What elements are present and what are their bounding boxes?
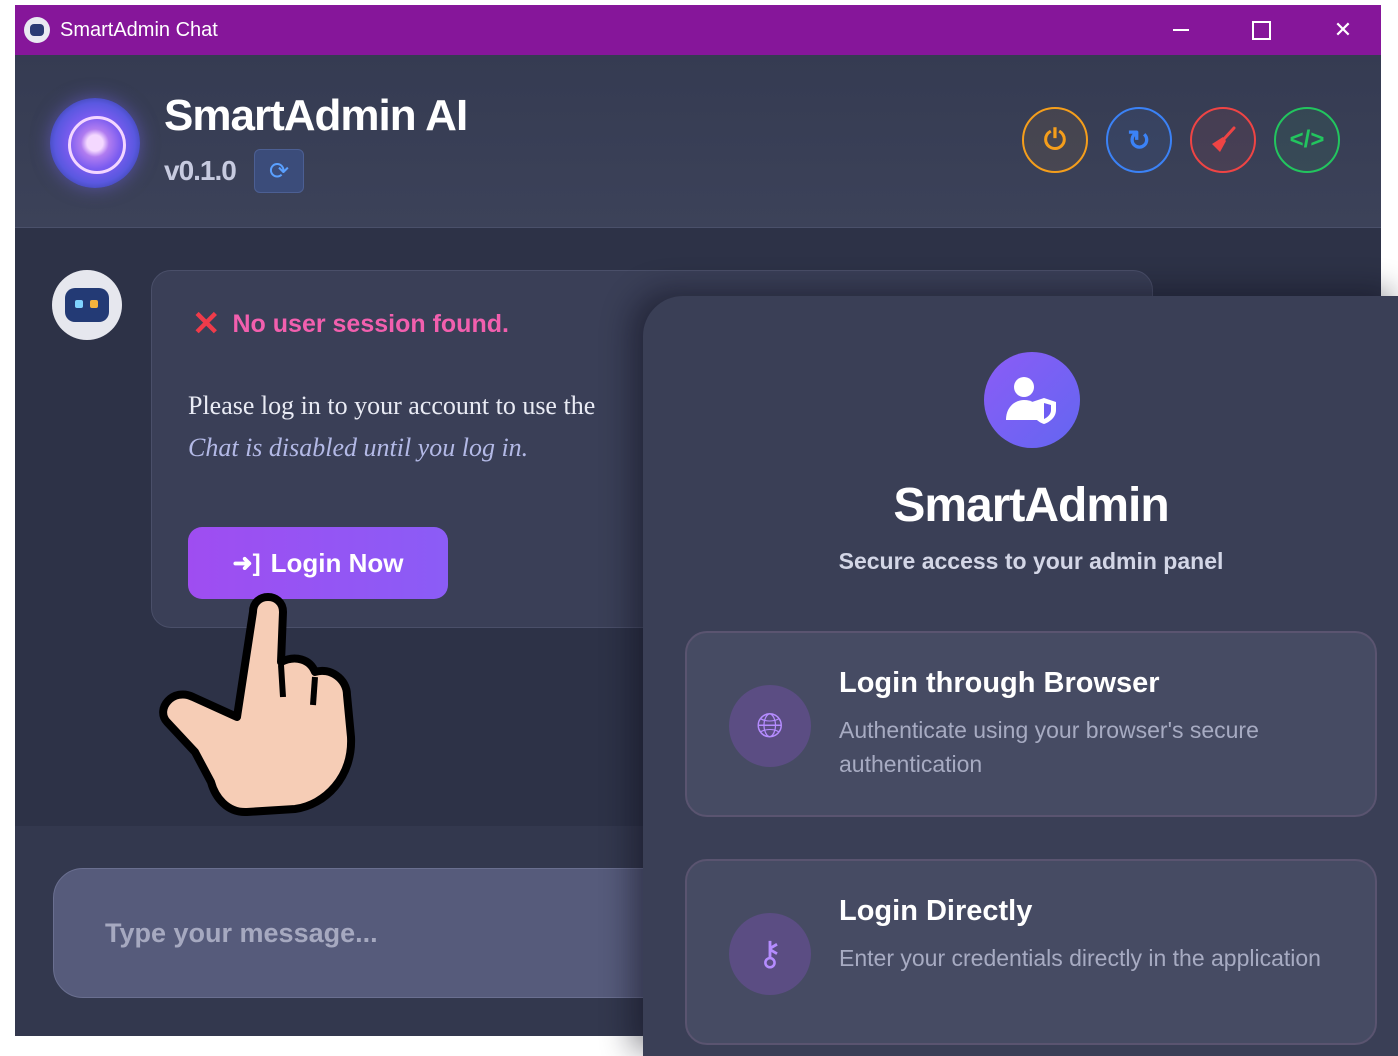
close-icon: ✕ — [1333, 17, 1353, 42]
dev-tools-button[interactable]: </> — [1274, 107, 1340, 173]
login-direct-title: Login Directly — [839, 895, 1033, 927]
login-browser-description: Authenticate using your browser's secure… — [839, 717, 1259, 777]
title-bar[interactable]: SmartAdmin Chat ✕ — [15, 5, 1381, 55]
version-label: v0.1.0 — [164, 155, 237, 186]
minimize-button[interactable] — [1141, 5, 1221, 55]
login-panel-subtitle: Secure access to your admin panel — [838, 548, 1224, 574]
app-name: SmartAdmin AI — [164, 91, 468, 140]
close-button[interactable]: ✕ — [1303, 5, 1381, 55]
power-button[interactable]: ⏻ — [1022, 107, 1088, 173]
app-logo-icon — [24, 17, 50, 43]
window-title: SmartAdmin Chat — [60, 18, 218, 41]
globe-icon: 🌐︎ — [729, 685, 811, 767]
sign-in-icon: ➜] — [232, 549, 261, 577]
error-message: No user session found. — [232, 309, 509, 338]
sync-icon: ⟳ — [268, 157, 290, 185]
login-prompt-text: Please log in to your account to use the — [188, 391, 596, 420]
key-icon: ⚷ — [729, 913, 811, 995]
minimize-icon — [1173, 29, 1189, 31]
bot-avatar — [52, 270, 122, 340]
user-shield-icon — [984, 352, 1080, 448]
login-browser-option[interactable]: 🌐︎ Login through Browser Authenticate us… — [685, 631, 1377, 817]
app-header: SmartAdmin AI v0.1.0 ⟳ ⏻ ↻ </> — [15, 55, 1381, 228]
robot-icon — [65, 288, 109, 322]
check-update-button[interactable]: ⟳ — [254, 149, 304, 193]
maximize-button[interactable] — [1221, 5, 1301, 55]
power-icon: ⏻ — [1043, 123, 1067, 155]
code-icon: </> — [1289, 126, 1325, 153]
error-x-icon: ✕ — [192, 305, 221, 343]
maximize-icon — [1251, 20, 1271, 40]
login-direct-description: Enter your credentials directly in the a… — [839, 945, 1321, 971]
app-logo-orb — [50, 98, 140, 188]
login-browser-title: Login through Browser — [839, 667, 1160, 699]
broom-icon — [1212, 126, 1236, 152]
login-direct-option[interactable]: ⚷ Login Directly Enter your credentials … — [685, 859, 1377, 1045]
error-line: ✕ No user session found. — [192, 307, 509, 341]
reload-button[interactable]: ↻ — [1106, 107, 1172, 173]
login-now-label: Login Now — [270, 547, 404, 578]
reload-icon: ↻ — [1127, 124, 1151, 156]
hand-pointer-cursor-icon — [159, 593, 356, 816]
login-panel: SmartAdmin Secure access to your admin p… — [643, 296, 1398, 1056]
login-panel-title: SmartAdmin — [893, 479, 1169, 532]
clear-chat-button[interactable] — [1190, 107, 1256, 173]
chat-disabled-note: Chat is disabled until you log in. — [188, 433, 529, 462]
